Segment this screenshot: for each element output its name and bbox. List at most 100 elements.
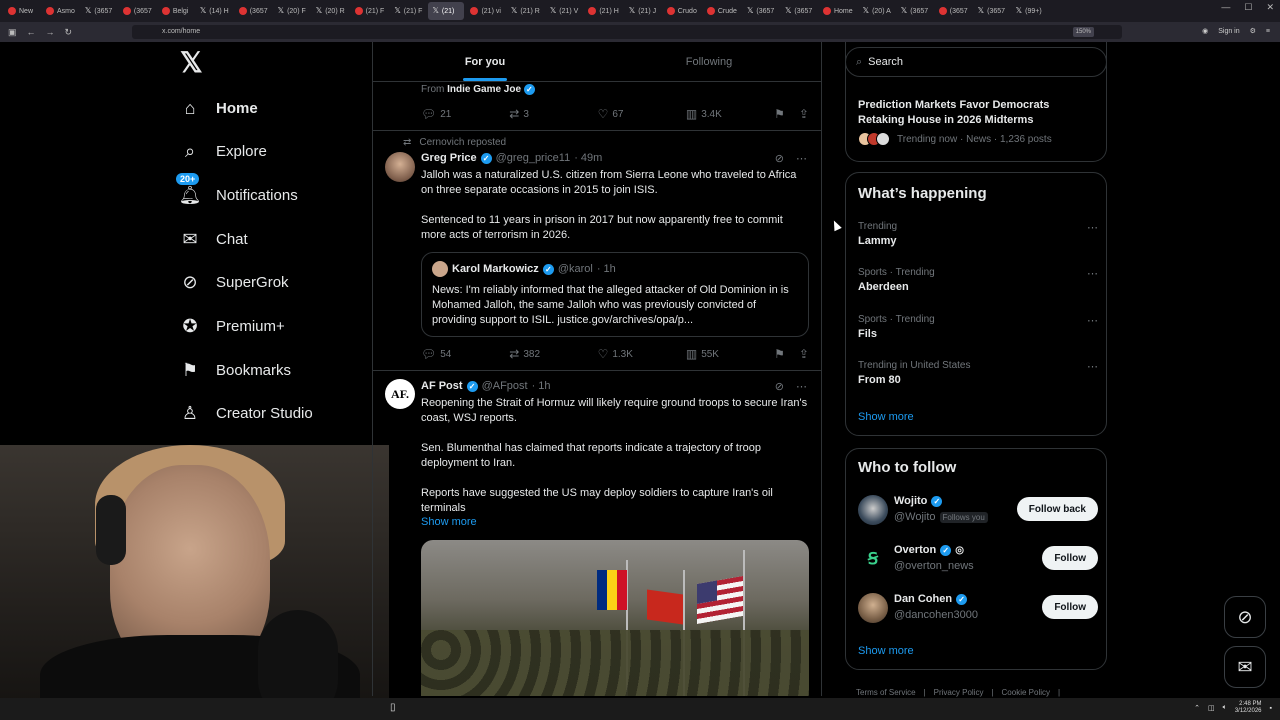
minimize-icon[interactable]: — [1221,2,1230,13]
browser-tab[interactable]: Asmo [42,2,79,20]
grok-icon[interactable]: ⊘ [775,152,784,165]
follow-button[interactable]: Follow [1042,546,1098,570]
browser-tab[interactable]: 𝕏 (99+) [1012,2,1048,20]
browser-tab[interactable]: (21) vi [466,2,504,20]
share-icon[interactable]: ⇪ [799,107,809,121]
like-button[interactable]: ♡ 67 [598,107,638,121]
trend-item[interactable]: Trending in United States From 80 ⋯ [858,360,1098,386]
quoted-tweet[interactable]: Karol Markowicz ✓ @karol · 1h News: I'm … [421,252,809,337]
url-bar[interactable]: x.com/home 150% [132,25,1122,39]
bookmark-icon[interactable]: ⚑ [774,107,785,121]
show-more-trends-link[interactable]: Show more [858,411,914,423]
show-more-follow-link[interactable]: Show more [858,645,914,657]
menu-icon[interactable]: ≡ [1266,28,1270,35]
browser-tab[interactable]: 𝕏 (21) V [546,2,583,20]
reposted-by[interactable]: Cernovich reposted [419,137,506,148]
cookie-link[interactable]: Cookie Policy [1002,688,1050,697]
bookmark-icon[interactable]: ⚑ [774,347,785,361]
follow-suggestion[interactable]: Dan Cohen ✓ @dancohen3000 Follow [858,591,1098,625]
volume-icon[interactable]: 🔈︎ [1223,704,1227,712]
browser-tab[interactable]: 𝕏 (21) R [507,2,544,20]
signin-label[interactable]: Sign in [1218,28,1239,35]
more-icon[interactable]: ⋯ [1087,221,1098,234]
trend-item[interactable]: Sports · Trending Fils ⋯ [858,314,1098,340]
browser-tab[interactable]: Crudo [663,2,701,20]
tweet-time[interactable]: · 1h [532,380,551,392]
browser-tab[interactable]: 𝕏 (21) [428,2,465,20]
browser-tab[interactable]: (3657 [935,2,972,20]
sidebar-toggle-icon[interactable]: ▣ [8,27,17,38]
messages-fab-button[interactable]: ✉ [1224,646,1266,688]
browser-tab[interactable]: 𝕏 (3657 [897,2,933,20]
follow-suggestion[interactable]: Ꞩ Overton ✓ ◎ @overton_news Follow [858,542,1098,576]
browser-tab[interactable]: 𝕏 (3657 [781,2,817,20]
reply-button[interactable]: 💬︎ 54 [421,347,461,361]
more-icon[interactable]: ⋯ [796,152,807,165]
nav-premium[interactable]: ✪ Premium+ [180,311,284,341]
browser-tab[interactable]: 𝕏 (20) F [274,2,310,20]
more-icon[interactable]: ⋯ [1087,314,1098,327]
browser-tab[interactable]: 𝕏 (20) A [859,2,895,20]
tweet-media-image[interactable] [421,540,809,696]
author-handle[interactable]: @greg_price11 [496,152,571,164]
nav-chat[interactable]: ✉ Chat [180,224,247,254]
forward-icon[interactable]: → [46,27,55,37]
terms-link[interactable]: Terms of Service [856,688,916,697]
trend-item[interactable]: Sports · Trending Aberdeen ⋯ [858,267,1098,293]
extensions-icon[interactable]: ⚙ [1250,27,1256,35]
nav-bookmarks[interactable]: ⚑ Bookmarks [180,355,291,385]
account-icon[interactable]: ◉ [1202,27,1208,35]
maximize-icon[interactable]: ☐ [1244,2,1252,13]
tray-chevron-icon[interactable]: ⌃ [1194,704,1200,712]
show-more-link[interactable]: Show more [421,516,477,528]
follow-button[interactable]: Follow [1042,595,1098,619]
browser-tab[interactable]: (3657 [119,2,156,20]
nav-supergrok[interactable]: ⊘ SuperGrok [180,267,288,297]
avatar[interactable]: AF. [385,379,415,409]
nav-home[interactable]: ⌂ Home [180,93,258,123]
author-handle[interactable]: @AFpost [482,380,528,392]
follow-suggestion[interactable]: Wojito ✓ @Wojito Follows you Follow back [858,493,1098,527]
browser-tab[interactable]: (3657 [235,2,272,20]
more-icon[interactable]: ⋯ [1087,267,1098,280]
notification-icon[interactable]: ▪ [1270,705,1272,712]
grok-icon[interactable]: ⊘ [775,380,784,393]
browser-tab[interactable]: Belgi [158,2,194,20]
x-logo-icon[interactable]: 𝕏 [180,49,204,77]
browser-tab[interactable]: 𝕏 (21) F [390,2,426,20]
avatar[interactable] [385,152,415,182]
browser-tab[interactable]: 𝕏 (3657 [743,2,779,20]
browser-tab[interactable]: Home [819,2,857,20]
browser-tab[interactable]: New [4,2,40,20]
more-icon[interactable]: ⋯ [1087,360,1098,373]
privacy-link[interactable]: Privacy Policy [934,688,984,697]
app-icon[interactable]: ▯ [390,702,396,713]
tab-for-you[interactable]: For you [373,42,597,81]
reply-button[interactable]: 💬︎ 21 [421,107,461,121]
author-name[interactable]: Greg Price [421,152,477,164]
from-name[interactable]: Indie Game Joe [447,84,521,95]
clock[interactable]: 2:48 PM 3/12/2026 [1235,701,1262,715]
browser-tab[interactable]: 𝕏 (21) J [625,2,661,20]
views-button[interactable]: ▥ 3.4K [686,107,726,121]
like-button[interactable]: ♡ 1.3K [598,347,638,361]
nav-creator-studio[interactable]: ♙ Creator Studio [180,398,313,428]
browser-tab[interactable]: Crude [703,2,741,20]
views-button[interactable]: ▥ 55K [686,347,726,361]
nav-notifications[interactable]: 🔔︎ 20+ Notifications [176,173,298,210]
browser-tab[interactable]: 𝕏 (3657 [974,2,1010,20]
repost-button[interactable]: ⇄ 382 [509,347,549,361]
browser-tab[interactable]: 𝕏 (20) R [312,2,349,20]
network-icon[interactable]: ◫ [1208,704,1215,712]
trend-item[interactable]: Trending Lammy ⋯ [858,221,1098,247]
share-icon[interactable]: ⇪ [799,347,809,361]
more-icon[interactable]: ⋯ [796,380,807,393]
close-icon[interactable]: ✕ [1266,2,1274,13]
repost-button[interactable]: ⇄ 3 [509,107,549,121]
browser-tab[interactable]: (21) H [584,2,622,20]
grok-fab-button[interactable]: ⊘ [1224,596,1266,638]
follow-back-button[interactable]: Follow back [1016,497,1098,521]
browser-tab[interactable]: 𝕏 (14) H [196,2,233,20]
zoom-level[interactable]: 150% [1072,27,1094,37]
browser-tab[interactable]: 𝕏 (3657 [81,2,117,20]
